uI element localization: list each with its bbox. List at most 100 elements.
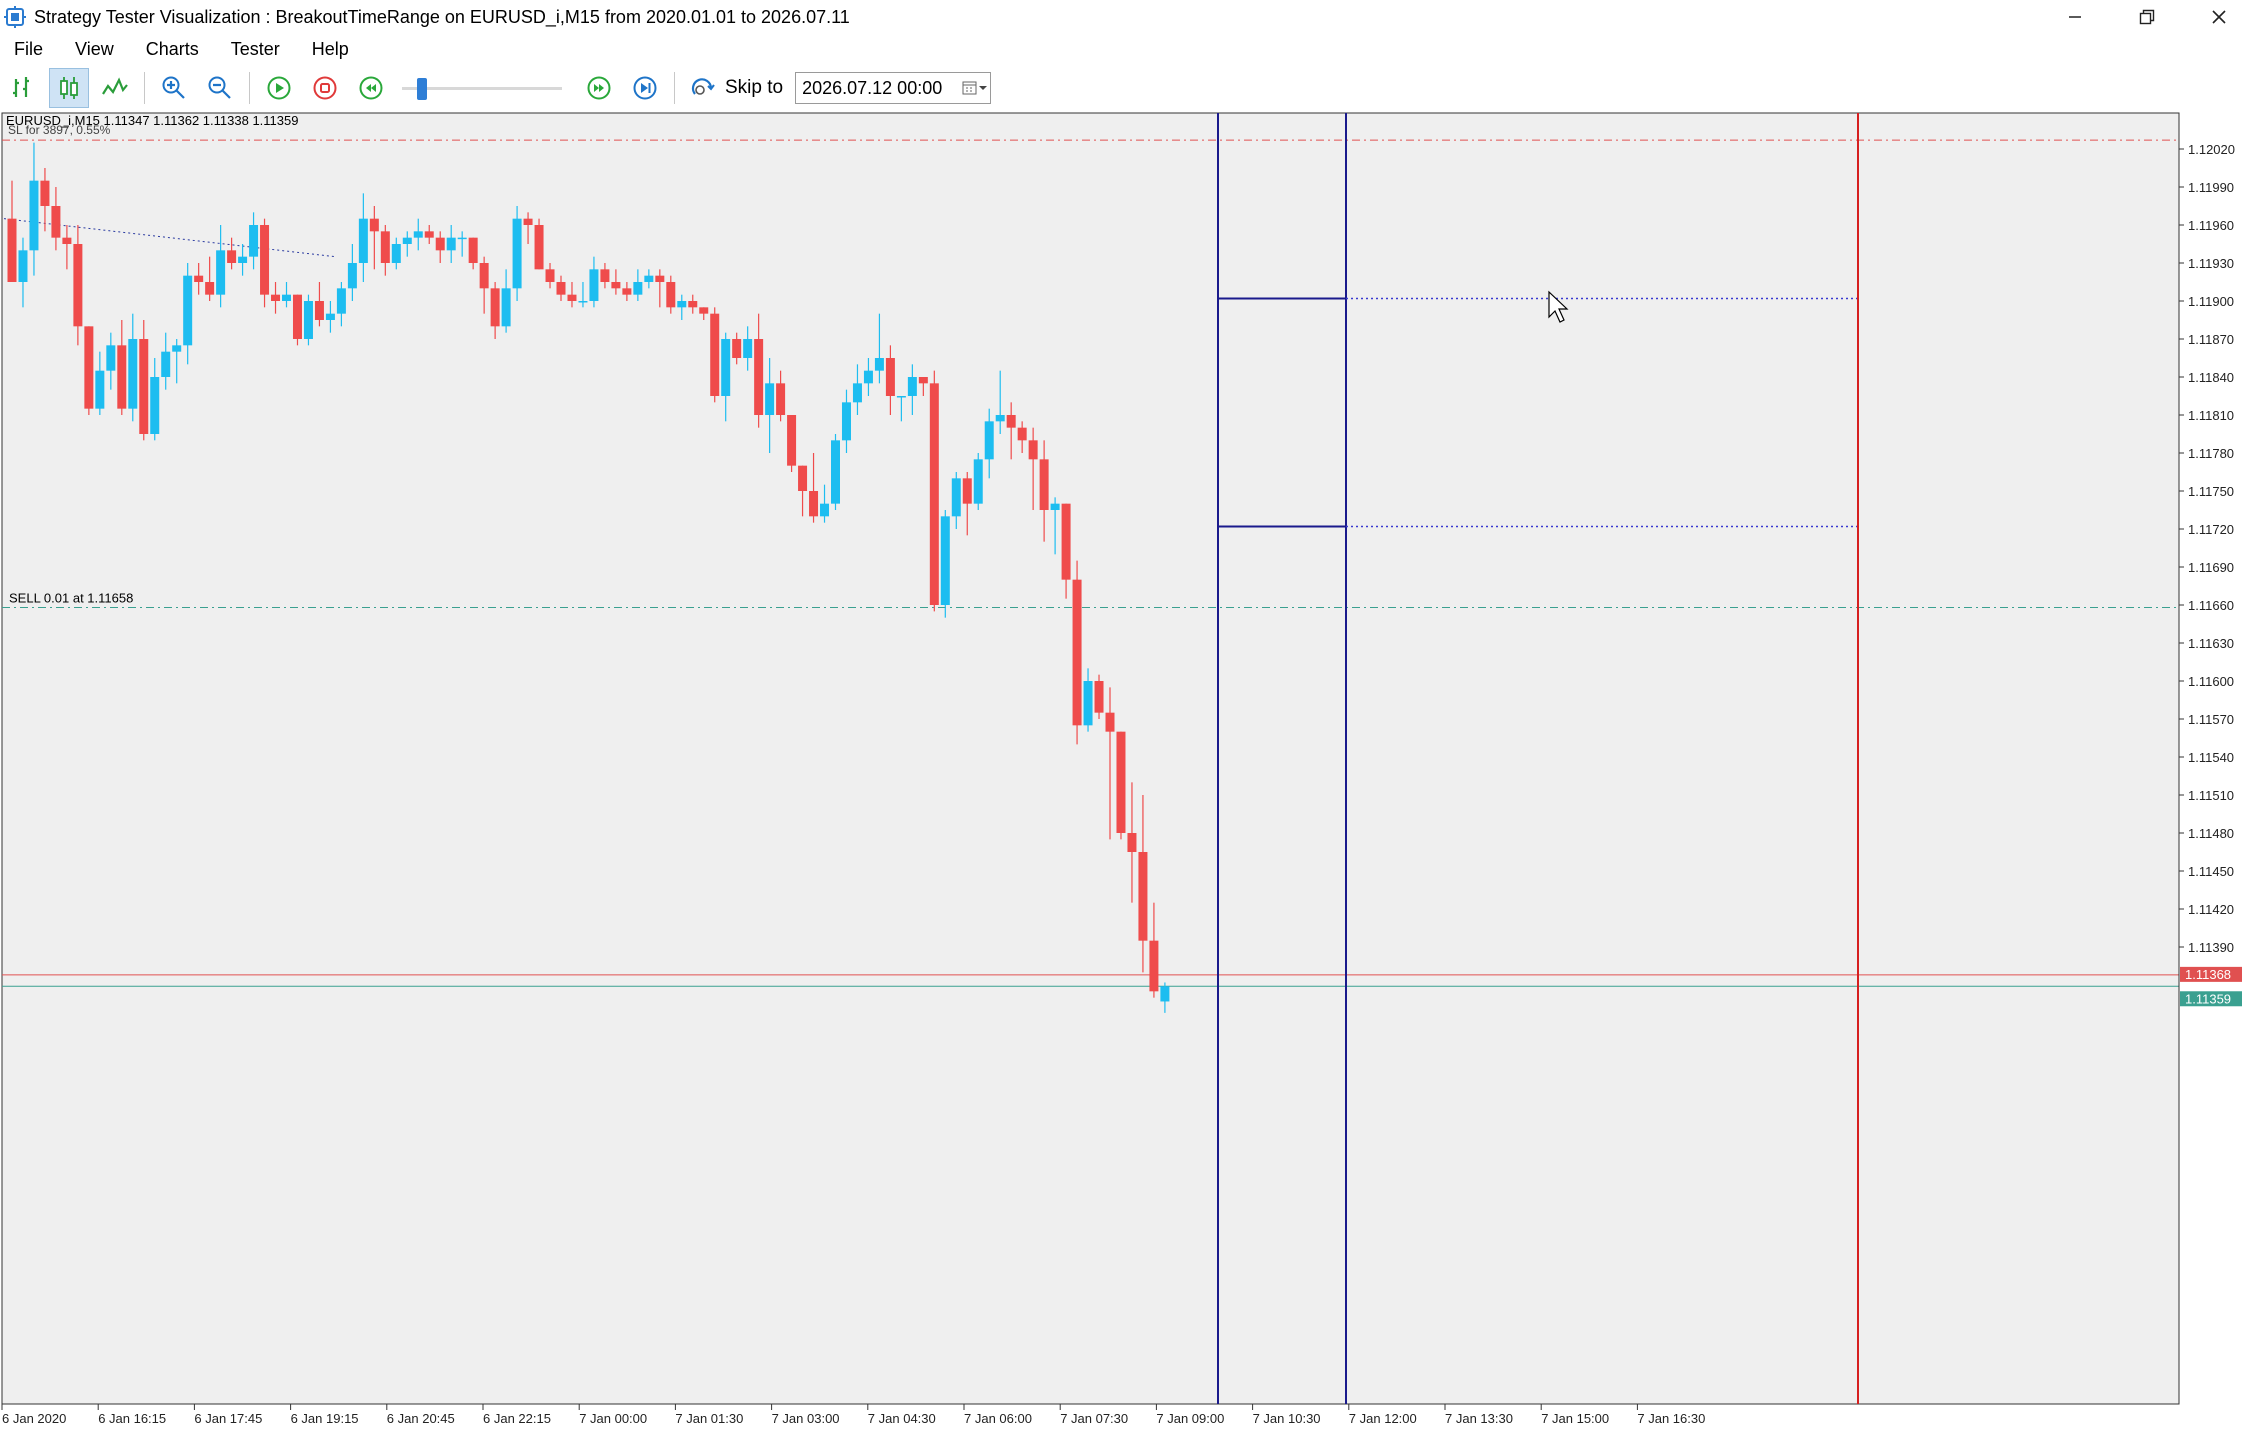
candle-body[interactable] — [95, 370, 105, 409]
candle-body[interactable] — [51, 206, 61, 238]
candle-body[interactable] — [1006, 415, 1016, 428]
candle-body[interactable] — [907, 377, 917, 396]
candle-body[interactable] — [369, 218, 379, 232]
candle-body[interactable] — [1039, 459, 1049, 510]
candle-body[interactable] — [512, 218, 522, 289]
minimize-icon[interactable] — [2039, 0, 2111, 34]
rewind-icon[interactable] — [351, 68, 391, 108]
candle-body[interactable] — [896, 396, 906, 398]
candle-body[interactable] — [303, 301, 313, 339]
candle-body[interactable] — [743, 339, 753, 358]
candle-body[interactable] — [238, 256, 248, 263]
close-icon[interactable] — [2183, 0, 2255, 34]
skip-to-date-field[interactable]: 2026.07.12 00:00 — [795, 72, 992, 104]
candle-body[interactable] — [18, 250, 28, 282]
candle-body[interactable] — [545, 269, 555, 282]
candle-body[interactable] — [1149, 940, 1159, 992]
candle-body[interactable] — [128, 339, 138, 409]
candle-body[interactable] — [765, 383, 775, 415]
candle-body[interactable] — [424, 231, 434, 238]
price-chart[interactable]: 1.12020 1.11990 1.11960 1.11930 1.11900 1.118… — [0, 112, 2255, 1431]
candle-body[interactable] — [1050, 503, 1060, 510]
speed-slider[interactable] — [402, 73, 562, 103]
candle-body[interactable] — [567, 294, 577, 301]
candle-body[interactable] — [1105, 712, 1115, 732]
candle-body[interactable] — [479, 263, 489, 289]
candle-body[interactable] — [446, 237, 456, 251]
candle-body[interactable] — [633, 282, 643, 295]
candle-body[interactable] — [578, 301, 588, 303]
candle-body[interactable] — [600, 269, 610, 282]
candle-body[interactable] — [62, 237, 72, 244]
candle-body[interactable] — [1127, 833, 1137, 852]
candle-body[interactable] — [699, 307, 709, 314]
candle-body[interactable] — [885, 358, 895, 396]
candle-body[interactable] — [776, 383, 786, 415]
candle-body[interactable] — [435, 237, 445, 251]
candle-body[interactable] — [84, 326, 94, 409]
candle-body[interactable] — [194, 275, 204, 282]
candle-body[interactable] — [940, 516, 950, 605]
candle-body[interactable] — [721, 339, 731, 396]
candle-body[interactable] — [754, 339, 764, 415]
candle-body[interactable] — [589, 269, 599, 301]
candle-body[interactable] — [951, 478, 961, 517]
candle-body[interactable] — [534, 225, 544, 270]
price-chart-canvas[interactable]: 1.12020 1.11990 1.11960 1.11930 1.11900 1.118… — [0, 112, 2255, 1431]
candle-body[interactable] — [260, 225, 270, 295]
stop-icon[interactable] — [305, 68, 345, 108]
candle-body[interactable] — [677, 301, 687, 308]
candle-body[interactable] — [962, 478, 972, 504]
candle-body[interactable] — [380, 231, 390, 263]
candle-body[interactable] — [73, 244, 83, 327]
candle-body[interactable] — [732, 339, 742, 358]
candle-body[interactable] — [984, 421, 994, 460]
candle-body[interactable] — [183, 275, 193, 346]
candle-body[interactable] — [314, 301, 324, 320]
candle-body[interactable] — [117, 345, 127, 409]
candle-body[interactable] — [1017, 427, 1027, 441]
menu-tester[interactable]: Tester — [215, 34, 296, 64]
candle-body[interactable] — [501, 288, 511, 327]
fast-forward-icon[interactable] — [579, 68, 619, 108]
candle-body[interactable] — [150, 377, 160, 434]
candle-body[interactable] — [820, 503, 830, 517]
candle-body[interactable] — [874, 358, 884, 371]
zoom-out-icon[interactable] — [200, 68, 240, 108]
candle-body[interactable] — [611, 282, 621, 289]
candle-body[interactable] — [40, 180, 50, 206]
candle-body[interactable] — [292, 294, 302, 339]
candle-body[interactable] — [216, 250, 226, 295]
candle-body[interactable] — [556, 282, 566, 295]
candlestick-chart-icon[interactable] — [49, 68, 89, 108]
candle-body[interactable] — [402, 237, 412, 244]
zoom-in-icon[interactable] — [154, 68, 194, 108]
candle-body[interactable] — [1072, 579, 1082, 726]
candle-body[interactable] — [29, 180, 39, 251]
line-chart-icon[interactable] — [95, 68, 135, 108]
candle-body[interactable] — [918, 377, 928, 384]
candle-body[interactable] — [1083, 681, 1093, 726]
candle-body[interactable] — [468, 237, 478, 263]
candle-body[interactable] — [622, 288, 632, 295]
candle-body[interactable] — [973, 459, 983, 504]
menu-view[interactable]: View — [59, 34, 130, 64]
chart-plot-area[interactable] — [1, 112, 2180, 1405]
candle-body[interactable] — [205, 282, 215, 295]
candle-body[interactable] — [249, 225, 259, 257]
candle-body[interactable] — [787, 415, 797, 466]
candle-body[interactable] — [490, 288, 500, 327]
candle-body[interactable] — [644, 275, 654, 282]
candle-body[interactable] — [995, 415, 1005, 422]
candle-body[interactable] — [161, 351, 171, 377]
menu-charts[interactable]: Charts — [130, 34, 215, 64]
candle-body[interactable] — [325, 313, 335, 320]
candle-body[interactable] — [347, 263, 357, 289]
candle-body[interactable] — [1028, 440, 1038, 460]
candle-body[interactable] — [831, 440, 840, 504]
candle-body[interactable] — [282, 294, 291, 301]
candle-body[interactable] — [227, 250, 237, 263]
candle-body[interactable] — [1160, 986, 1170, 1002]
play-icon[interactable] — [259, 68, 299, 108]
skip-to-button[interactable]: Skip to — [685, 68, 789, 108]
